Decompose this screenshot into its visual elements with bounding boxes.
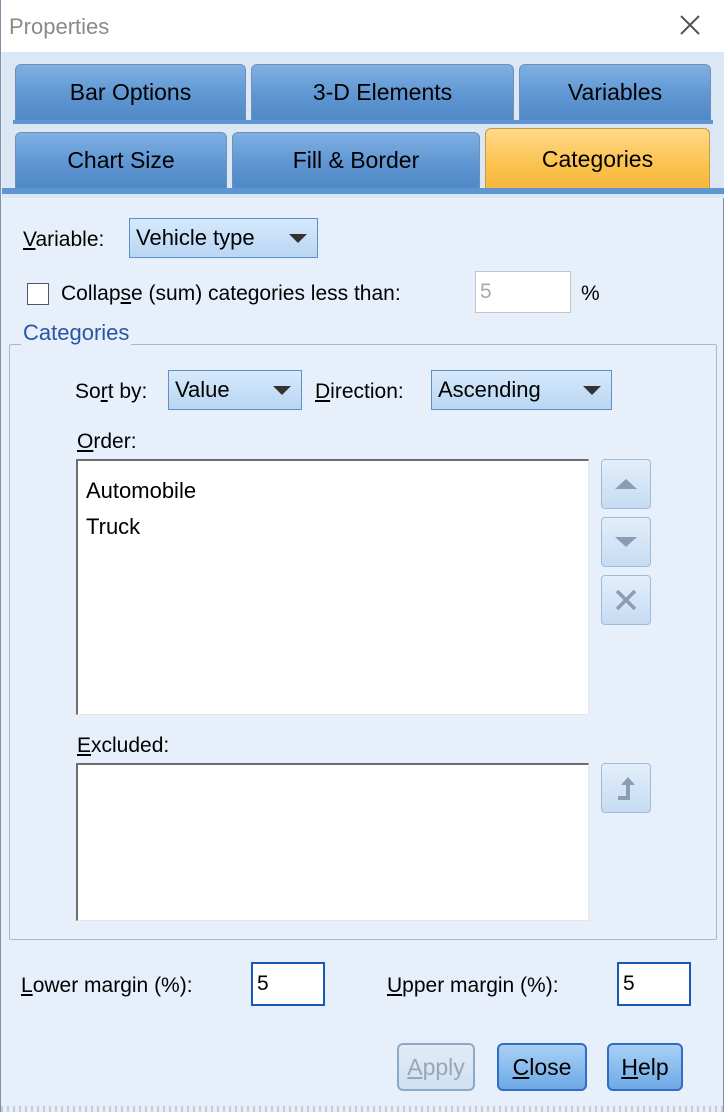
tab-bar-options[interactable]: Bar Options bbox=[15, 64, 246, 120]
direction-value: Ascending bbox=[438, 377, 541, 402]
title-bar: Properties bbox=[1, 0, 724, 52]
tab-chart-size[interactable]: Chart Size bbox=[15, 132, 227, 188]
sort-by-dropdown[interactable]: Value bbox=[168, 370, 302, 410]
tab-row-divider bbox=[13, 120, 713, 124]
tab-label: Chart Size bbox=[67, 147, 175, 173]
chevron-down-icon bbox=[289, 234, 307, 243]
tab-label: 3-D Elements bbox=[312, 79, 453, 105]
upper-margin-input[interactable]: 5 bbox=[617, 962, 691, 1006]
variable-label: Variable: bbox=[23, 228, 105, 251]
sort-by-value: Value bbox=[175, 377, 230, 402]
collapse-checkbox[interactable] bbox=[27, 283, 49, 305]
upper-margin-label: Upper margin (%): bbox=[387, 974, 559, 997]
tab-variables[interactable]: Variables bbox=[519, 64, 711, 120]
list-item[interactable]: Truck bbox=[86, 514, 140, 540]
return-arrow-icon bbox=[618, 777, 635, 800]
excluded-label: Excluded: bbox=[77, 734, 170, 757]
resize-grip-border bbox=[1, 1106, 724, 1112]
lower-margin-input[interactable]: 5 bbox=[251, 962, 325, 1006]
apply-button[interactable]: Apply bbox=[397, 1043, 475, 1091]
variable-dropdown[interactable]: Vehicle type bbox=[129, 218, 318, 258]
exclude-button[interactable] bbox=[601, 575, 651, 625]
window-title: Properties bbox=[9, 14, 110, 39]
move-up-button[interactable] bbox=[601, 459, 651, 509]
lower-margin-label: Lower margin (%): bbox=[21, 974, 193, 997]
arrow-down-icon bbox=[615, 537, 637, 547]
tab-fill-border[interactable]: Fill & Border bbox=[232, 132, 480, 188]
collapse-percent-input[interactable]: 5 bbox=[475, 271, 571, 313]
tab-label: Variables bbox=[567, 79, 663, 105]
collapse-label: Collapse (sum) categories less than: bbox=[61, 282, 401, 305]
direction-label: Direction: bbox=[315, 380, 404, 403]
move-down-button[interactable] bbox=[601, 517, 651, 567]
help-button[interactable]: Help bbox=[607, 1043, 683, 1091]
variable-value: Vehicle type bbox=[136, 225, 255, 250]
chevron-down-icon bbox=[583, 386, 601, 395]
arrow-up-icon bbox=[615, 479, 637, 489]
x-icon bbox=[615, 589, 637, 611]
properties-dialog: Properties Bar Options 3-D Elements Vari… bbox=[0, 0, 724, 1112]
categories-group-title: Categories bbox=[21, 320, 132, 346]
tab-categories[interactable]: Categories bbox=[485, 128, 710, 190]
sort-by-label: Sort by: bbox=[75, 380, 148, 403]
direction-dropdown[interactable]: Ascending bbox=[431, 370, 612, 410]
list-item[interactable]: Automobile bbox=[86, 478, 196, 504]
chevron-down-icon bbox=[273, 386, 291, 395]
excluded-listbox[interactable] bbox=[76, 763, 589, 921]
tab-panel-top-border bbox=[2, 188, 724, 194]
percent-unit-label: % bbox=[581, 282, 600, 305]
restore-button[interactable] bbox=[601, 763, 651, 813]
tab-label: Categories bbox=[541, 146, 654, 172]
close-button[interactable]: Close bbox=[497, 1043, 587, 1091]
tab-label: Bar Options bbox=[69, 79, 192, 105]
tab-3d-elements[interactable]: 3-D Elements bbox=[251, 64, 514, 120]
order-label: Order: bbox=[77, 430, 137, 453]
order-listbox[interactable]: Automobile Truck bbox=[76, 459, 589, 715]
tab-label: Fill & Border bbox=[292, 147, 420, 173]
close-window-icon[interactable] bbox=[677, 12, 703, 38]
